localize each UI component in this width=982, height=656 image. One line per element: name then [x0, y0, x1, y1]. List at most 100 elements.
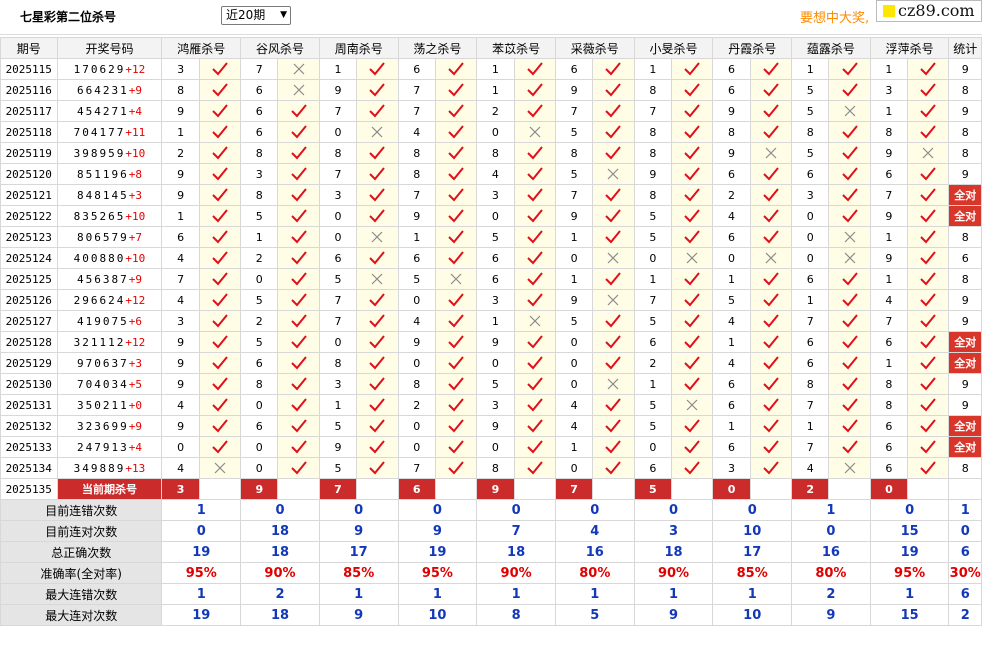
- check-icon: [841, 398, 858, 412]
- check-icon: [920, 356, 937, 370]
- check-mark-cell: [434, 436, 478, 458]
- check-icon: [684, 461, 700, 475]
- row-stat-cell: 9: [948, 373, 982, 395]
- check-mark-cell: [749, 352, 793, 374]
- current-kill-number: 9: [476, 478, 515, 500]
- check-icon: [920, 104, 937, 118]
- check-mark-cell: [749, 79, 793, 101]
- cross-mark-cell: [907, 142, 950, 164]
- check-icon: [212, 356, 228, 370]
- check-mark-cell: [907, 79, 950, 101]
- check-mark-cell: [670, 58, 714, 80]
- stats-value: 16: [554, 541, 635, 563]
- check-mark-cell: [277, 226, 320, 248]
- check-mark-cell: [592, 436, 635, 458]
- kill-number-cell: 0: [554, 247, 594, 269]
- current-kill-number: 7: [554, 478, 594, 500]
- brand-logo[interactable]: cz89.com: [876, 0, 982, 22]
- check-mark-cell: [513, 58, 556, 80]
- check-icon: [212, 335, 228, 349]
- row-stat-cell: 全对: [948, 352, 982, 374]
- kill-number-cell: 9: [161, 352, 200, 374]
- stats-value: 85%: [712, 562, 793, 584]
- check-icon: [684, 272, 700, 286]
- check-mark-cell: [434, 310, 478, 332]
- check-mark-cell: [749, 436, 793, 458]
- check-mark-cell: [434, 247, 478, 269]
- check-icon: [605, 440, 622, 454]
- kill-number-cell: 1: [633, 58, 672, 80]
- check-icon: [920, 272, 937, 286]
- kill-number-cell: 5: [712, 289, 751, 311]
- check-mark-cell: [670, 163, 714, 185]
- col-stats: 统计: [948, 37, 982, 59]
- kill-number-cell: 9: [712, 142, 751, 164]
- check-icon: [841, 188, 858, 202]
- check-icon: [920, 230, 937, 244]
- current-kill-label: 当前期杀号: [56, 478, 163, 500]
- kill-number-cell: 8: [476, 142, 515, 164]
- check-mark-cell: [513, 100, 556, 122]
- draw-numbers-cell: 806579+7: [56, 226, 163, 248]
- check-mark-cell: [356, 79, 399, 101]
- kill-number-cell: 8: [712, 121, 751, 143]
- stats-value: 18: [476, 541, 556, 563]
- stats-value: 85%: [318, 562, 399, 584]
- kill-number-cell: 6: [240, 79, 279, 101]
- kill-number-cell: 9: [161, 163, 200, 185]
- stats-total: 2: [948, 604, 982, 626]
- kill-number-cell: 7: [869, 184, 909, 206]
- check-mark-cell: [277, 247, 320, 269]
- period-select[interactable]: 近20期 ▼: [221, 6, 291, 25]
- kill-number-cell: 8: [397, 373, 436, 395]
- draw-plus: +8: [128, 167, 142, 181]
- check-icon: [290, 272, 307, 286]
- kill-number-cell: 0: [240, 436, 279, 458]
- check-icon: [920, 251, 937, 265]
- draw-plus: +9: [128, 419, 142, 433]
- kill-number-cell: 1: [554, 226, 594, 248]
- kill-number-cell: 3: [476, 394, 515, 416]
- draw-numbers-cell: 419075+6: [56, 310, 163, 332]
- check-icon: [369, 167, 386, 181]
- kill-number-cell: 0: [161, 436, 200, 458]
- check-mark-cell: [434, 226, 478, 248]
- kill-number-cell: 0: [791, 247, 830, 269]
- check-mark-cell: [277, 331, 320, 353]
- period-cell: 2025131: [0, 394, 58, 416]
- kill-number-cell: 6: [240, 100, 279, 122]
- check-icon: [212, 104, 228, 118]
- kill-number-cell: 8: [633, 79, 672, 101]
- check-mark-cell: [277, 205, 320, 227]
- check-mark-cell: [592, 226, 635, 248]
- check-mark-cell: [198, 352, 242, 374]
- check-icon: [212, 314, 228, 328]
- row-stat-cell: 全对: [948, 436, 982, 458]
- row-stat-cell: 8: [948, 457, 982, 479]
- kill-number-cell: 0: [554, 331, 594, 353]
- check-icon: [448, 104, 464, 118]
- kill-number-cell: 5: [791, 142, 830, 164]
- period-cell: 2025132: [0, 415, 58, 437]
- promo-text[interactable]: 要想中大奖,: [800, 7, 869, 26]
- stats-value: 1: [318, 583, 399, 605]
- check-mark-cell: [592, 415, 635, 437]
- table-row: 2025127 419075+6 3 2 7 4 1 5 5 4 7 7 9: [0, 310, 982, 332]
- check-mark-cell: [670, 436, 714, 458]
- check-icon: [212, 440, 228, 454]
- check-mark-cell: [513, 331, 556, 353]
- check-icon: [684, 83, 700, 97]
- kill-number-cell: 1: [791, 289, 830, 311]
- period-cell: 2025120: [0, 163, 58, 185]
- table-row: 2025118 704177+11 1 6 0 4 0 5 8 8 8 8 8: [0, 121, 982, 143]
- check-mark-cell: [198, 163, 242, 185]
- check-mark-cell: [670, 331, 714, 353]
- col-expert: 鸿雁杀号: [161, 37, 242, 59]
- top-bar: 七星彩第二位杀号 近20期 ▼ 要想中大奖, cz89.com: [0, 0, 982, 35]
- stats-value: 19: [869, 541, 950, 563]
- check-icon: [605, 188, 622, 202]
- check-icon: [448, 440, 464, 454]
- check-mark-cell: [277, 268, 320, 290]
- check-icon: [763, 125, 779, 139]
- check-mark-cell: [513, 142, 556, 164]
